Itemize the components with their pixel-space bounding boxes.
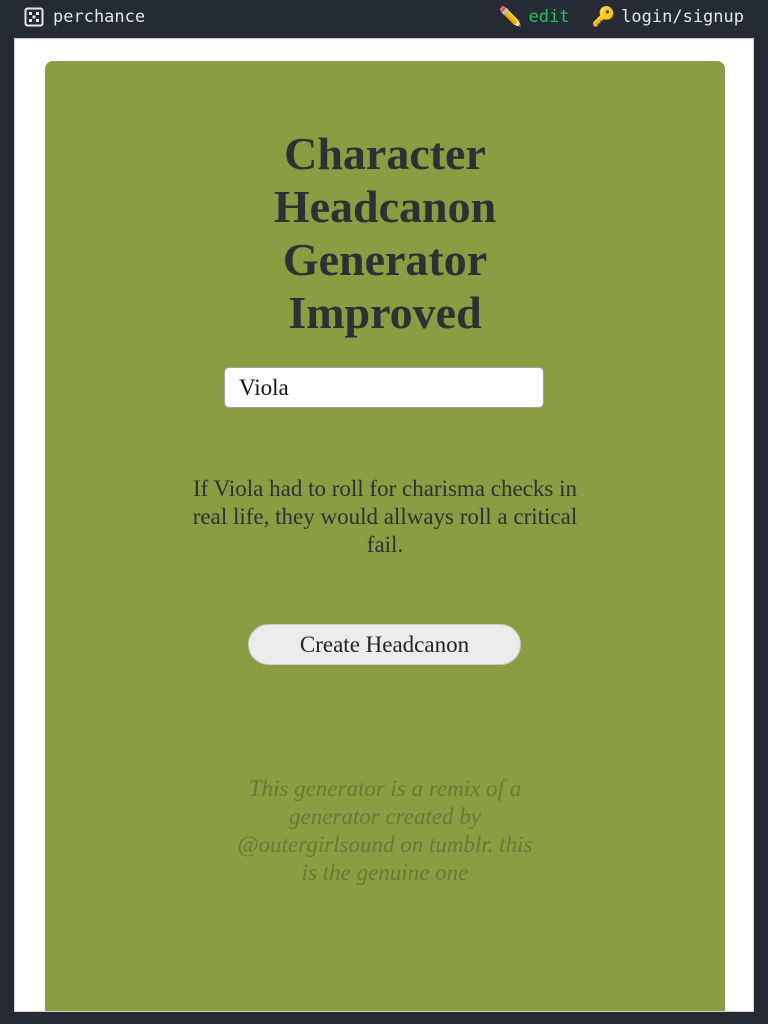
login-label: login/signup (621, 7, 744, 27)
edit-label: edit (528, 7, 570, 27)
brand-label: perchance (53, 7, 146, 27)
login-signup-link[interactable]: 🔑 login/signup (592, 7, 745, 27)
page-title: Character Headcanon Generator Improved (273, 128, 497, 338)
credit-note: This generator is a remix of a generator… (237, 776, 533, 885)
generator-card: Character Headcanon Generator Improved I… (45, 61, 725, 1011)
top-navigation-bar: perchance ✏️ edit 🔑 login/signup (0, 0, 768, 36)
dice-icon (24, 7, 44, 27)
key-icon: 🔑 (591, 5, 616, 28)
edit-link[interactable]: ✏️ edit (499, 7, 570, 27)
headcanon-result: If Viola had to roll for charisma checks… (192, 476, 578, 557)
character-name-input[interactable] (224, 367, 544, 408)
generator-frame: Character Headcanon Generator Improved I… (14, 38, 754, 1012)
perchance-home-link[interactable]: perchance (24, 7, 145, 27)
create-headcanon-button[interactable]: Create Headcanon (248, 624, 521, 665)
pencil-icon: ✏️ (498, 5, 523, 28)
